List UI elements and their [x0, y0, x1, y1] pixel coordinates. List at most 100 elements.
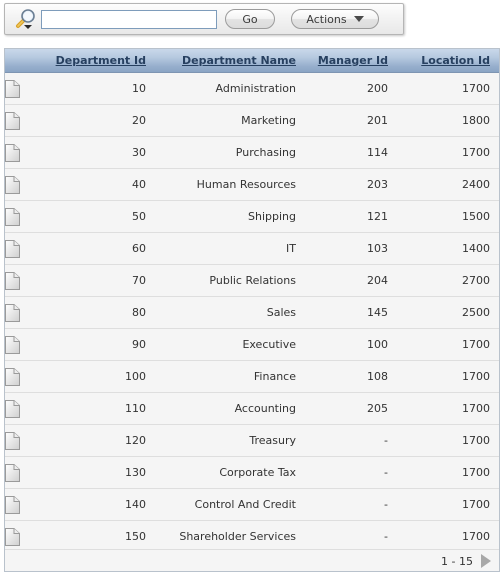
table-row[interactable]: 20 Marketing 201 1800: [5, 104, 499, 137]
table-row[interactable]: 80 Sales 145 2500: [5, 296, 499, 329]
column-header-department-name[interactable]: Department Name: [155, 49, 305, 73]
table-row[interactable]: 30 Purchasing 114 1700: [5, 136, 499, 169]
cell-department-id: 60: [47, 232, 155, 265]
table-row[interactable]: 50 Shipping 121 1500: [5, 200, 499, 233]
cell-department-id: 70: [47, 264, 155, 297]
cell-department-name: Shareholder Services: [155, 520, 305, 553]
row-edit-icon-cell[interactable]: [5, 456, 47, 489]
document-page-icon: [5, 335, 20, 354]
row-edit-icon-cell[interactable]: [5, 296, 47, 329]
cell-manager-id: 114: [305, 136, 397, 169]
cell-manager-id: 205: [305, 392, 397, 425]
table-row[interactable]: 40 Human Resources 203 2400: [5, 168, 499, 201]
cell-location-id: 2500: [397, 296, 499, 329]
column-header-icon: [5, 49, 47, 73]
row-edit-icon-cell[interactable]: [5, 104, 47, 137]
cell-location-id: 1800: [397, 104, 499, 137]
column-header-label[interactable]: Location Id: [421, 54, 490, 67]
table-row[interactable]: 100 Finance 108 1700: [5, 360, 499, 393]
cell-department-name: Accounting: [155, 392, 305, 425]
row-edit-icon-cell[interactable]: [5, 424, 47, 457]
cell-department-id: 100: [47, 360, 155, 393]
row-edit-icon-cell[interactable]: [5, 392, 47, 425]
cell-department-name: Corporate Tax: [155, 456, 305, 489]
cell-manager-id: -: [305, 424, 397, 457]
row-edit-icon-cell[interactable]: [5, 72, 47, 105]
column-header-label[interactable]: Manager Id: [318, 54, 388, 67]
next-page-arrow-icon[interactable]: [481, 554, 491, 568]
cell-manager-id: 103: [305, 232, 397, 265]
actions-button[interactable]: Actions: [291, 9, 379, 29]
document-page-icon: [5, 175, 20, 194]
document-page-icon: [5, 143, 20, 162]
table-row[interactable]: 140 Control And Credit -1700: [5, 488, 499, 521]
column-header-label[interactable]: Department Id: [56, 54, 146, 67]
cell-manager-id: 121: [305, 200, 397, 233]
cell-department-name: Purchasing: [155, 136, 305, 169]
document-page-icon: [5, 527, 20, 546]
cell-location-id: 1700: [397, 136, 499, 169]
actions-button-label: Actions: [306, 12, 347, 26]
row-edit-icon-cell[interactable]: [5, 328, 47, 361]
cell-department-name: IT: [155, 232, 305, 265]
cell-location-id: 1700: [397, 72, 499, 105]
document-page-icon: [5, 111, 20, 130]
row-edit-icon-cell[interactable]: [5, 520, 47, 553]
document-page-icon: [5, 495, 20, 514]
cell-manager-id: -: [305, 488, 397, 521]
table-row[interactable]: 150 Shareholder Services -1700: [5, 520, 499, 553]
cell-department-id: 20: [47, 104, 155, 137]
document-page-icon: [5, 303, 20, 322]
table-header-row: Department Id Department Name Manager Id…: [5, 49, 499, 73]
row-edit-icon-cell[interactable]: [5, 264, 47, 297]
row-edit-icon-cell[interactable]: [5, 136, 47, 169]
table-body: 10 Administration 200 1700 20 Marketing 201 180…: [5, 72, 499, 553]
cell-manager-id: 100: [305, 328, 397, 361]
document-page-icon: [5, 399, 20, 418]
cell-department-name: Treasury: [155, 424, 305, 457]
cell-department-name: Finance: [155, 360, 305, 393]
document-page-icon: [5, 367, 20, 386]
go-button[interactable]: Go: [225, 9, 275, 29]
column-header-location-id[interactable]: Location Id: [397, 49, 499, 73]
cell-department-id: 130: [47, 456, 155, 489]
departments-table: Department Id Department Name Manager Id…: [5, 49, 499, 553]
cell-location-id: 1700: [397, 520, 499, 553]
row-edit-icon-cell[interactable]: [5, 200, 47, 233]
cell-location-id: 1700: [397, 392, 499, 425]
table-row[interactable]: 60 IT 103 1400: [5, 232, 499, 265]
cell-department-name: Sales: [155, 296, 305, 329]
table-row[interactable]: 70 Public Relations 204 2700: [5, 264, 499, 297]
cell-location-id: 1700: [397, 488, 499, 521]
row-edit-icon-cell[interactable]: [5, 360, 47, 393]
document-page-icon: [5, 431, 20, 450]
cell-department-name: Control And Credit: [155, 488, 305, 521]
row-edit-icon-cell[interactable]: [5, 168, 47, 201]
cell-department-id: 40: [47, 168, 155, 201]
document-page-icon: [5, 79, 20, 98]
table-row[interactable]: 90 Executive 100 1700: [5, 328, 499, 361]
table-row[interactable]: 110 Accounting 205 1700: [5, 392, 499, 425]
cell-manager-id: -: [305, 456, 397, 489]
go-button-label: Go: [242, 12, 258, 26]
cell-department-name: Human Resources: [155, 168, 305, 201]
search-input[interactable]: [41, 9, 217, 29]
cell-location-id: 1700: [397, 360, 499, 393]
table-row[interactable]: 120 Treasury -1700: [5, 424, 499, 457]
cell-department-name: Marketing: [155, 104, 305, 137]
cell-department-name: Executive: [155, 328, 305, 361]
column-header-label[interactable]: Department Name: [182, 54, 296, 67]
cell-manager-id: 201: [305, 104, 397, 137]
row-edit-icon-cell[interactable]: [5, 232, 47, 265]
row-edit-icon-cell[interactable]: [5, 488, 47, 521]
search-magnifier-icon[interactable]: [14, 8, 40, 30]
interactive-report: Department Id Department Name Manager Id…: [4, 48, 500, 572]
column-header-manager-id[interactable]: Manager Id: [305, 49, 397, 73]
pagination-bar: 1 - 15: [5, 549, 499, 571]
table-row[interactable]: 10 Administration 200 1700: [5, 72, 499, 105]
report-search-toolbar: Go Actions: [4, 3, 404, 35]
document-page-icon: [5, 271, 20, 290]
column-header-department-id[interactable]: Department Id: [47, 49, 155, 73]
cell-department-id: 10: [47, 72, 155, 105]
table-row[interactable]: 130 Corporate Tax -1700: [5, 456, 499, 489]
